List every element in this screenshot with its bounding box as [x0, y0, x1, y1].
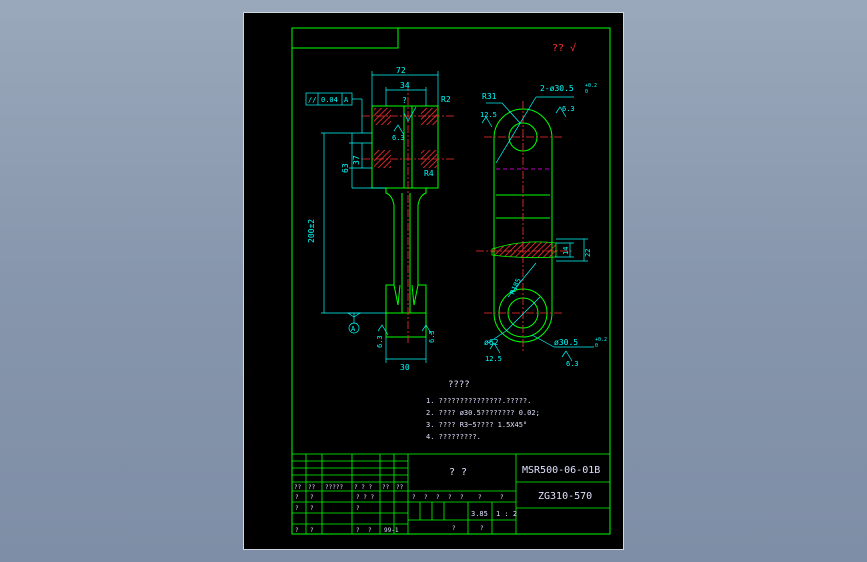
svg-text:14: 14	[562, 247, 570, 255]
svg-text:2-ø30.5: 2-ø30.5	[540, 84, 574, 93]
svg-text:??: ??	[382, 484, 390, 491]
svg-text:6.3: 6.3	[376, 335, 384, 348]
svg-text:37: 37	[352, 155, 361, 165]
svg-text:12.5: 12.5	[485, 355, 502, 363]
title-block: ? ? MSR500-06-01B ZG310-570 3.85 1 : 2 ?…	[291, 453, 611, 535]
svg-text:?: ?	[452, 525, 456, 532]
svg-text:?: ?	[412, 494, 416, 501]
svg-text:72: 72	[396, 66, 406, 75]
svg-text:?????: ?????	[325, 484, 343, 491]
title-material: ZG310-570	[538, 491, 592, 502]
svg-text:?: ?	[424, 494, 428, 501]
title-scale: 1 : 2	[496, 510, 517, 518]
svg-text:A: A	[351, 325, 356, 333]
side-view: 72 34 ? R2 R4 // 0.04 A A 30 6.3 200±2 6…	[305, 66, 454, 372]
svg-text:?: ?	[310, 494, 314, 501]
title-weight: 3.85	[471, 510, 488, 518]
svg-text:?: ?	[500, 494, 504, 501]
svg-text:?: ?	[480, 525, 484, 532]
svg-text:200±2: 200±2	[307, 219, 316, 243]
svg-text:99-1: 99-1	[384, 527, 399, 534]
svg-text:?: ?	[478, 494, 482, 501]
svg-text:6.3: 6.3	[392, 134, 405, 142]
cad-viewport[interactable]: ?? √ 72 34 ? R2 R4 // 0.04 A A 30 6.3 20…	[0, 0, 867, 562]
svg-text:?: ?	[295, 505, 299, 512]
svg-text://: //	[308, 96, 316, 104]
svg-text:0: 0	[595, 343, 598, 349]
svg-text:??: ??	[396, 484, 404, 491]
svg-text:? ? ?: ? ? ?	[356, 494, 374, 501]
svg-text:?: ?	[295, 527, 299, 534]
svg-text:?? √: ?? √	[552, 42, 576, 54]
svg-text:22: 22	[584, 249, 592, 257]
svg-text:1. ???????????????.?????.: 1. ???????????????.?????.	[426, 397, 531, 405]
svg-text:2. ???? ø30.5???????? 0.02;: 2. ???? ø30.5???????? 0.02;	[426, 409, 540, 417]
svg-text:?: ?	[310, 527, 314, 534]
svg-text:63: 63	[341, 163, 350, 173]
drawing-sheet: ?? √ 72 34 ? R2 R4 // 0.04 A A 30 6.3 20…	[243, 12, 624, 550]
svg-text:?: ?	[368, 527, 372, 534]
svg-text:0: 0	[585, 89, 588, 95]
svg-text:34: 34	[400, 81, 410, 90]
svg-text:??: ??	[294, 484, 302, 491]
side-view-outline	[371, 105, 439, 338]
svg-text:6.3: 6.3	[566, 360, 579, 368]
sheet-frame	[291, 27, 611, 535]
svg-text:?: ?	[356, 505, 360, 512]
svg-text:??: ??	[308, 484, 316, 491]
svg-text:?: ?	[356, 527, 360, 534]
front-view: R31 12.5 2-ø30.5 +0.2 0 6.3 14 22 R185 ø…	[476, 83, 607, 368]
title-part-name: ? ?	[449, 467, 467, 478]
svg-text:R2: R2	[441, 95, 451, 104]
svg-text:30: 30	[400, 363, 410, 372]
svg-text:4. ?????????.: 4. ?????????.	[426, 433, 481, 441]
svg-text:3. ???? R3~5???? 1.5X45°: 3. ???? R3~5???? 1.5X45°	[426, 421, 527, 429]
svg-text:R4: R4	[424, 169, 434, 178]
title-drawing-number: MSR500-06-01B	[522, 465, 600, 476]
drawing-canvas: ?? √ 72 34 ? R2 R4 // 0.04 A A 30 6.3 20…	[291, 27, 611, 535]
svg-text:? ? ?: ? ? ?	[354, 484, 372, 491]
svg-text:?: ?	[402, 96, 407, 105]
front-view-section	[491, 241, 557, 259]
svg-text:ø30.5: ø30.5	[554, 338, 578, 347]
svg-text:0.04: 0.04	[321, 96, 338, 104]
front-view-centerlines	[476, 101, 574, 353]
svg-text:12.5: 12.5	[480, 111, 497, 119]
technical-notes: ???? 1. ???????????????.?????. 2. ???? ø…	[426, 380, 540, 441]
svg-text:?: ?	[448, 494, 452, 501]
svg-text:????: ????	[448, 380, 470, 390]
svg-text:R31: R31	[482, 92, 497, 101]
roughness-mark: ?? √	[552, 42, 576, 54]
svg-text:6.3: 6.3	[562, 105, 575, 113]
svg-text:ø62: ø62	[484, 338, 499, 347]
svg-text:R185: R185	[509, 277, 523, 296]
svg-text:?: ?	[460, 494, 464, 501]
svg-text:A: A	[344, 96, 349, 104]
svg-text:6.3: 6.3	[428, 330, 436, 343]
svg-text:?: ?	[310, 505, 314, 512]
svg-text:?: ?	[436, 494, 440, 501]
svg-text:?: ?	[295, 494, 299, 501]
